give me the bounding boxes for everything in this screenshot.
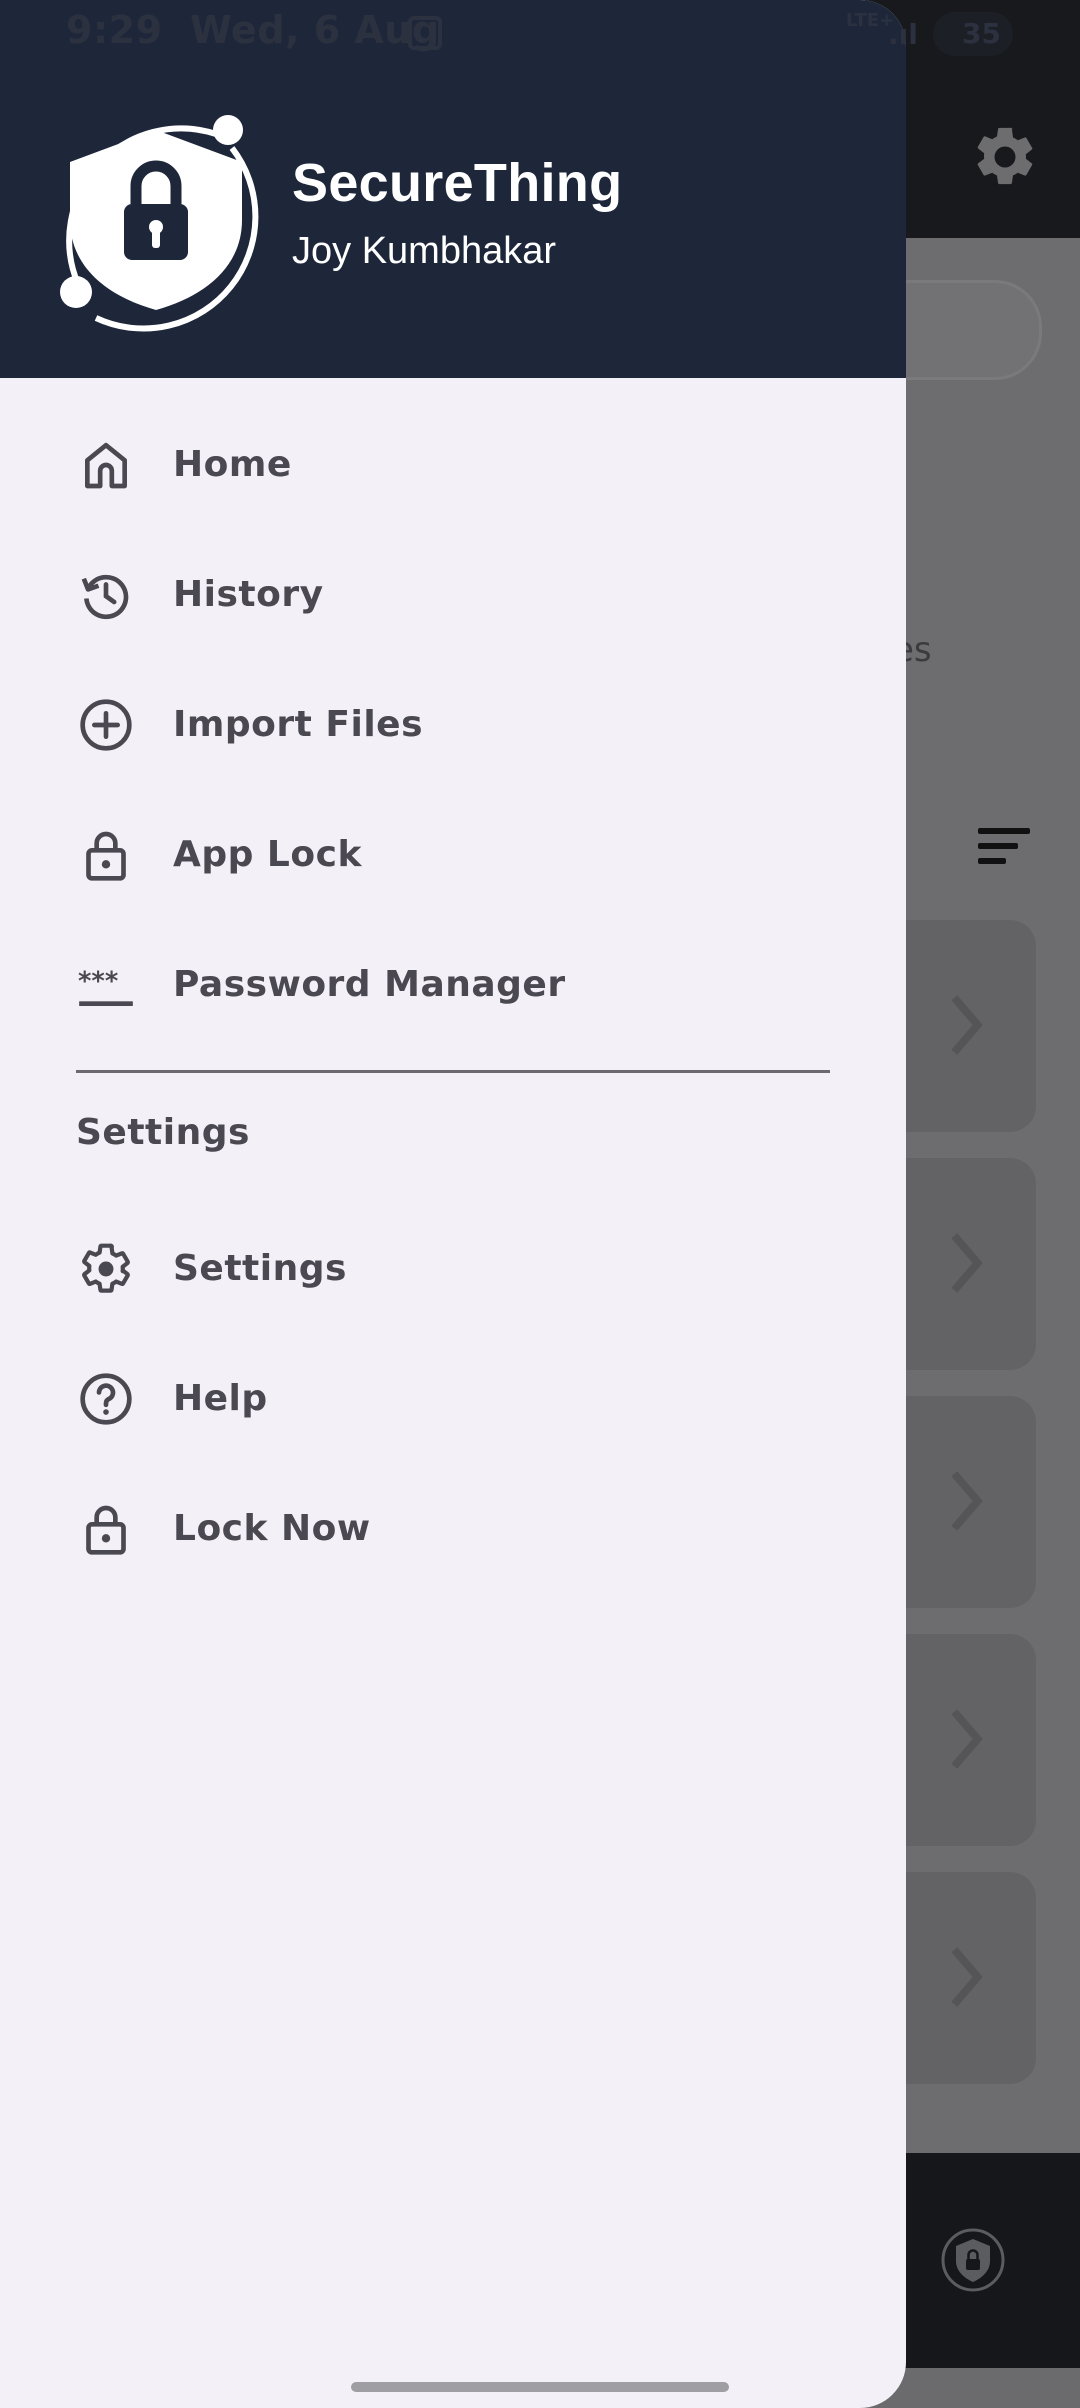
drawer-item-label: Password Manager [173, 964, 566, 1005]
sort-icon[interactable] [978, 828, 1030, 868]
chevron-right-icon [951, 995, 983, 1055]
add-circle-icon [80, 699, 132, 751]
drawer-item-help[interactable]: Help [0, 1344, 906, 1454]
section-title: Settings [76, 1112, 250, 1153]
drawer-item-label: History [173, 574, 324, 615]
drawer-item-label: Settings [173, 1248, 347, 1289]
shield-lock-icon[interactable] [938, 2225, 1008, 2295]
navigation-drawer: SecureThing Joy Kumbhakar Home History I… [0, 0, 906, 2408]
chevron-right-icon [951, 1233, 983, 1293]
chevron-right-icon [951, 1947, 983, 2007]
drawer-item-settings[interactable]: Settings [0, 1214, 906, 1324]
drawer-item-label: Home [173, 444, 292, 485]
chevron-right-icon [951, 1709, 983, 1769]
drawer-item-lock-now[interactable]: Lock Now [0, 1474, 906, 1584]
drawer-item-import-files[interactable]: Import Files [0, 670, 906, 780]
status-bar: 9:29 Wed, 6 Aug LTE+ .ıl 35 [0, 0, 1080, 70]
home-icon [85, 442, 127, 489]
drawer-item-home[interactable]: Home [0, 410, 906, 520]
date-text: Wed, 6 Aug [190, 8, 440, 52]
drawer-item-password-manager[interactable]: *** Password Manager [0, 930, 906, 1040]
drawer-item-app-lock[interactable]: App Lock [0, 800, 906, 910]
history-icon [81, 574, 129, 620]
divider [76, 1070, 830, 1073]
password-icon: *** [78, 967, 133, 1006]
app-title: SecureThing [292, 153, 623, 213]
status-time: 9:29 Wed, 6 Aug [66, 8, 440, 52]
screenshot-icon [408, 16, 442, 50]
help-icon [80, 1373, 132, 1425]
home-indicator[interactable] [351, 2382, 729, 2392]
drawer-item-history[interactable]: History [0, 540, 906, 650]
drawer-item-label: Import Files [173, 704, 424, 745]
chevron-right-icon [951, 1471, 983, 1531]
gear-icon[interactable] [970, 122, 1040, 192]
drawer-item-label: Help [173, 1378, 268, 1419]
drawer-item-label: App Lock [173, 834, 362, 875]
user-name: Joy Kumbhakar [292, 230, 557, 272]
drawer-item-label: Lock Now [173, 1508, 371, 1549]
time-text: 9:29 [66, 8, 163, 52]
svg-text:***: *** [78, 967, 118, 997]
lock-icon [86, 831, 126, 881]
gear-icon [82, 1243, 130, 1293]
battery-indicator: 35 [933, 12, 1013, 56]
signal-icon: .ıl [888, 18, 918, 51]
shield-lock-icon [60, 115, 259, 332]
network-type: LTE+ [846, 10, 895, 31]
lock-icon [86, 1505, 126, 1555]
